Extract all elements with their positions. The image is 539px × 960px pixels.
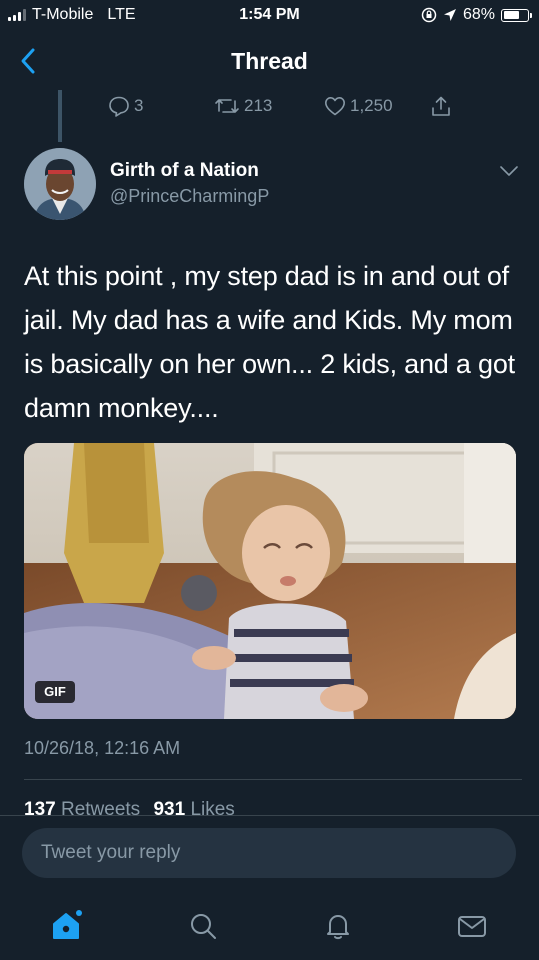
battery-percent: 68% xyxy=(462,6,495,23)
tweet-text: At this point , my step dad is in and ou… xyxy=(24,261,515,423)
heart-icon xyxy=(325,97,345,116)
reply-count: 3 xyxy=(134,96,144,115)
tab-bar xyxy=(0,890,539,960)
thread-connector-line xyxy=(58,90,62,142)
location-icon xyxy=(443,9,456,21)
author-handle[interactable]: @PrinceCharmingP xyxy=(110,186,269,207)
tab-home[interactable] xyxy=(46,906,86,946)
home-icon xyxy=(53,910,82,939)
messages-icon xyxy=(458,916,486,937)
reply-icon xyxy=(109,96,129,117)
battery-fill xyxy=(503,11,520,19)
reply-button[interactable]: 3 xyxy=(108,95,214,117)
gif-media[interactable] xyxy=(24,443,516,719)
tweet-timestamp: 10/26/18, 12:16 AM xyxy=(24,738,181,758)
search-icon xyxy=(191,914,216,939)
retweet-button[interactable]: 213 xyxy=(214,96,324,116)
parent-tweet-actions: 3 213 1,250 xyxy=(108,92,452,120)
retweet-icon xyxy=(215,99,239,113)
retweet-count: 213 xyxy=(244,96,273,115)
battery-icon xyxy=(501,8,532,22)
reply-input[interactable] xyxy=(22,828,516,878)
nav-bar: Thread xyxy=(0,34,539,90)
like-count: 1,250 xyxy=(350,96,393,115)
like-button[interactable]: 1,250 xyxy=(324,96,430,116)
tweet-options-button[interactable] xyxy=(498,163,520,179)
tab-notifications[interactable] xyxy=(318,906,358,946)
avatar[interactable] xyxy=(24,148,96,220)
gif-badge: GIF xyxy=(35,681,75,703)
status-bar: T-Mobile LTE 1:54 PM 68% xyxy=(0,0,539,34)
share-button[interactable] xyxy=(430,95,452,117)
author-name[interactable]: Girth of a Nation xyxy=(110,160,259,182)
avatar-image xyxy=(24,148,96,220)
tab-messages[interactable] xyxy=(452,906,492,946)
divider xyxy=(24,779,522,780)
tab-search[interactable] xyxy=(183,906,223,946)
status-right: 68% xyxy=(421,6,532,24)
share-icon xyxy=(432,96,450,116)
page-title: Thread xyxy=(231,48,308,74)
notifications-icon xyxy=(327,915,349,940)
chevron-down-icon xyxy=(500,166,518,176)
gif-image xyxy=(24,443,516,719)
screen-lock-icon xyxy=(421,7,437,23)
